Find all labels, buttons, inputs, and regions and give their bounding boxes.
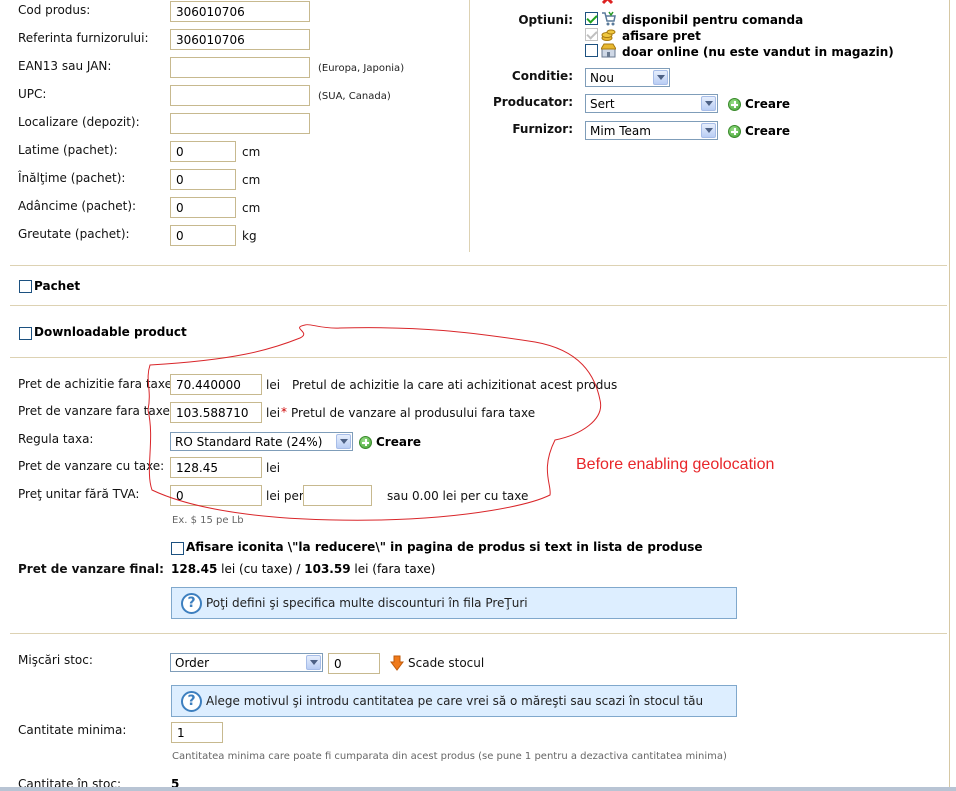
min-qty-hint: Cantitatea minima care poate fi cumparat… bbox=[172, 751, 727, 762]
adancime-input[interactable]: 0 bbox=[170, 197, 236, 218]
label-upc: UPC: bbox=[18, 87, 47, 101]
help-icon: ? bbox=[181, 691, 202, 712]
add-icon[interactable] bbox=[728, 125, 741, 138]
min-qty-input[interactable]: 1 bbox=[171, 722, 223, 743]
stock-reason-value: Order bbox=[175, 656, 210, 670]
manufacturer-create-link[interactable]: Creare bbox=[745, 97, 790, 111]
chevron-down-icon bbox=[653, 70, 668, 85]
supplier-create-link[interactable]: Creare bbox=[745, 124, 790, 138]
greutate-unit: kg bbox=[242, 229, 257, 243]
manufacturer-value: Sert bbox=[590, 97, 615, 111]
help-icon: ? bbox=[181, 593, 202, 614]
manufacturer-select[interactable]: Sert bbox=[585, 94, 718, 113]
bottom-edge bbox=[0, 787, 956, 791]
column-divider bbox=[469, 0, 470, 252]
product-form-panel: Cod produs: 306010706 Referinta furnizor… bbox=[0, 0, 956, 791]
chevron-down-icon bbox=[701, 123, 716, 138]
stock-qty-input[interactable]: 0 bbox=[328, 653, 380, 674]
manufacturer-label: Producator: bbox=[493, 95, 573, 109]
upc-input[interactable] bbox=[170, 85, 310, 106]
supplier-value: Mim Team bbox=[590, 124, 651, 138]
inaltime-input[interactable]: 0 bbox=[170, 169, 236, 190]
label-cod-produs: Cod produs: bbox=[18, 3, 91, 17]
arrow-down-icon bbox=[390, 655, 404, 671]
latime-unit: cm bbox=[242, 145, 261, 159]
latime-input[interactable]: 0 bbox=[170, 141, 236, 162]
supplier-select[interactable]: Mim Team bbox=[585, 121, 718, 140]
unit-price-label: Preţ unitar fără TVA: bbox=[18, 487, 140, 501]
label-localizare: Localizare (depozit): bbox=[18, 115, 140, 129]
adancime-unit: cm bbox=[242, 201, 261, 215]
discount-info-text: Poţi defini şi specifica multe discountu… bbox=[206, 596, 528, 610]
option-available-label: disponibil pentru comanda bbox=[622, 13, 804, 27]
coins-icon bbox=[601, 29, 616, 41]
label-ean13: EAN13 sau JAN: bbox=[18, 59, 112, 73]
final-price-label: Pret de vanzare final: bbox=[18, 562, 164, 576]
separator bbox=[10, 305, 947, 306]
option-available-checkbox[interactable] bbox=[585, 12, 598, 25]
condition-label: Conditie: bbox=[511, 69, 573, 83]
reduction-label: Afisare iconita \"la reducere\" in pagin… bbox=[186, 540, 703, 554]
stock-action-label: Scade stocul bbox=[408, 656, 485, 670]
pack-label: Pachet bbox=[34, 279, 81, 293]
supplier-label: Furnizor: bbox=[512, 122, 573, 136]
stock-reason-select[interactable]: Order bbox=[170, 653, 323, 672]
condition-value: Nou bbox=[590, 71, 614, 85]
label-latime: Latime (pachet): bbox=[18, 143, 118, 157]
discount-info-box: ? Poţi defini şi specifica multe discoun… bbox=[171, 587, 737, 619]
cart-icon bbox=[602, 11, 616, 26]
chevron-down-icon bbox=[701, 96, 716, 111]
label-inaltime: Înălţime (pachet): bbox=[18, 171, 126, 185]
final-price-with-tax-text: lei (cu taxe) / bbox=[221, 562, 301, 576]
ean13-hint: (Europa, Japonia) bbox=[318, 63, 405, 74]
reduction-checkbox[interactable] bbox=[171, 542, 184, 555]
stock-movement-label: Mişcări stoc: bbox=[18, 653, 93, 667]
final-price-without-tax: 103.59 bbox=[304, 562, 351, 576]
geolocation-annotation: Before enabling geolocation bbox=[576, 456, 775, 473]
separator bbox=[10, 633, 947, 634]
stock-info-box: ? Alege motivul şi introdu cantitatea pe… bbox=[171, 685, 737, 717]
upc-hint: (SUA, Canada) bbox=[318, 91, 391, 102]
label-referinta: Referinta furnizorului: bbox=[18, 31, 149, 45]
referinta-input[interactable]: 306010706 bbox=[170, 29, 310, 50]
final-price-without-tax-text: lei (fara taxe) bbox=[354, 562, 436, 576]
add-icon[interactable] bbox=[728, 98, 741, 111]
options-label: Optiuni: bbox=[518, 13, 573, 27]
downloadable-checkbox[interactable] bbox=[19, 327, 32, 340]
cod-produs-input[interactable]: 306010706 bbox=[170, 1, 310, 22]
label-adancime: Adâncime (pachet): bbox=[18, 199, 137, 213]
greutate-input[interactable]: 0 bbox=[170, 225, 236, 246]
final-price-value: 128.45 lei (cu taxe) / 103.59 lei (fara … bbox=[171, 562, 435, 576]
separator bbox=[10, 265, 947, 266]
localizare-input[interactable] bbox=[170, 113, 310, 134]
tax-rule-label: Regula taxa: bbox=[18, 432, 94, 446]
option-online-only-label: doar online (nu este vandut in magazin) bbox=[622, 45, 894, 59]
delete-icon bbox=[601, 0, 614, 5]
store-icon bbox=[601, 43, 616, 58]
inaltime-unit: cm bbox=[242, 173, 261, 187]
option-show-price-label: afisare pret bbox=[622, 29, 701, 43]
label-greutate: Greutate (pachet): bbox=[18, 227, 130, 241]
option-show-price-checkbox[interactable] bbox=[585, 28, 598, 41]
option-online-only-checkbox[interactable] bbox=[585, 44, 598, 57]
condition-select[interactable]: Nou bbox=[585, 68, 670, 87]
annotation-circle bbox=[147, 324, 602, 521]
min-qty-label: Cantitate minima: bbox=[18, 723, 127, 737]
chevron-down-icon bbox=[306, 655, 321, 670]
final-price-with-tax: 128.45 bbox=[171, 562, 218, 576]
pack-checkbox[interactable] bbox=[19, 280, 32, 293]
stock-info-text: Alege motivul şi introdu cantitatea pe c… bbox=[206, 694, 704, 708]
ean13-input[interactable] bbox=[170, 57, 310, 78]
